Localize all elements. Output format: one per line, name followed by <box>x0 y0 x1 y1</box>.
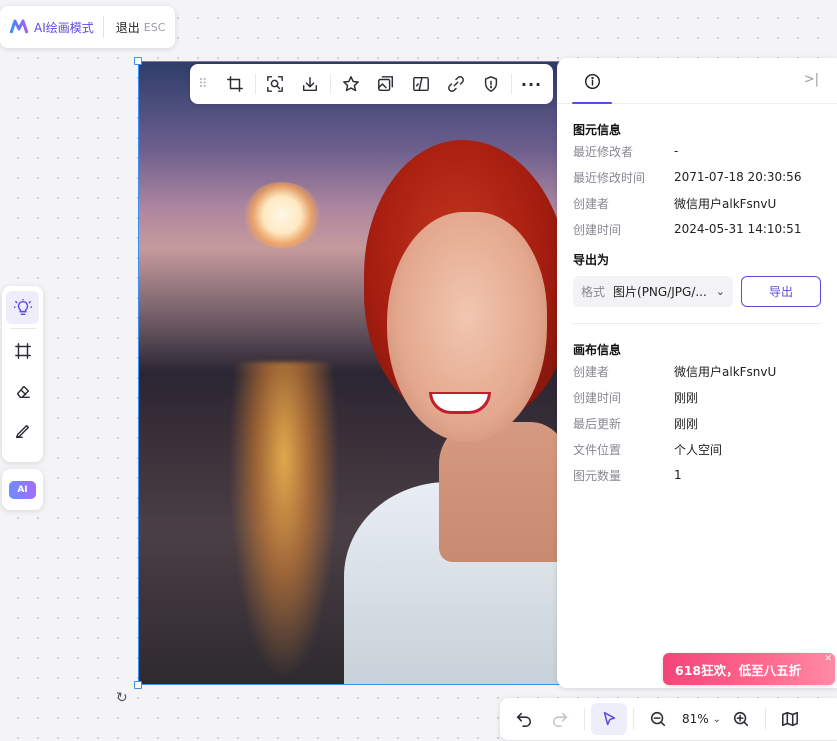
format-value: 图片(PNG/JPG/... <box>613 285 707 299</box>
format-label: 格式 <box>581 285 606 299</box>
kv-value: 个人空间 <box>674 442 723 457</box>
divider <box>510 74 512 94</box>
divider <box>254 74 256 94</box>
canvas-info-title: 画布信息 <box>573 343 622 357</box>
export-title: 导出为 <box>573 253 610 267</box>
divider <box>584 708 585 730</box>
drag-handle-icon[interactable]: ⠿ <box>194 77 212 92</box>
resize-handle-bottom-left[interactable] <box>134 681 142 689</box>
zoom-out-icon[interactable] <box>640 703 676 735</box>
zoom-fit-icon[interactable] <box>258 68 293 100</box>
kv-row: 文件位置 个人空间 <box>573 436 821 462</box>
kv-value: 微信用户alkFsnvU <box>674 364 777 379</box>
kv-key: 文件位置 <box>573 442 622 457</box>
ai-icon: AI <box>9 480 36 499</box>
download-icon[interactable] <box>293 68 328 100</box>
link-icon[interactable] <box>439 68 474 100</box>
kv-row: 创建者 微信用户alkFsnvU <box>573 358 821 384</box>
kv-value: 2071-07-18 20:30:56 <box>674 170 802 184</box>
shield-icon[interactable] <box>474 68 509 100</box>
mode-title: AI绘画模式 <box>34 20 94 35</box>
chevron-down-icon: ⌄ <box>715 285 725 298</box>
kv-key: 图元数量 <box>573 468 622 483</box>
crop-icon[interactable] <box>218 68 253 100</box>
chevron-down-icon[interactable]: ⌄ <box>713 714 721 725</box>
kv-value: 微信用户alkFsnvU <box>674 196 777 211</box>
close-icon[interactable]: ✕ <box>824 654 832 664</box>
redo-icon[interactable] <box>542 703 578 735</box>
zoom-level[interactable]: 81% <box>682 712 709 726</box>
pointer-icon[interactable] <box>591 703 627 735</box>
undo-icon[interactable] <box>506 703 542 735</box>
crop-frame-icon[interactable] <box>6 334 39 367</box>
info-panel: >| 图元信息 最近修改者 - 最近修改时间 2071-07-18 20:30:… <box>557 58 837 688</box>
format-select[interactable]: 格式 图片(PNG/JPG/... ⌄ <box>573 276 733 307</box>
export-row: 格式 图片(PNG/JPG/... ⌄ 导出 <box>573 276 821 307</box>
divider <box>573 323 821 324</box>
info-icon[interactable] <box>572 58 612 104</box>
kv-key: 最后更新 <box>573 416 622 431</box>
rotate-handle-icon[interactable]: ↻ <box>116 690 128 706</box>
kv-key: 创建者 <box>573 364 610 379</box>
ai-assistant-button[interactable]: AI <box>2 469 43 510</box>
kv-key: 创建者 <box>573 196 610 211</box>
more-icon[interactable]: ··· <box>514 68 549 100</box>
exit-button[interactable]: 退出 <box>116 19 140 36</box>
promo-text: 618狂欢，低至八五折 <box>675 662 802 678</box>
image-toolbar: ⠿ ··· <box>190 64 553 104</box>
resize-handle-top-left[interactable] <box>134 57 142 65</box>
kv-value: 1 <box>674 468 682 482</box>
kv-value: 刚刚 <box>674 390 699 405</box>
image-split-icon[interactable] <box>403 68 438 100</box>
kv-key: 最近修改时间 <box>573 170 646 185</box>
kv-key: 最近修改者 <box>573 144 634 159</box>
panel-tabs: >| <box>557 58 837 104</box>
kv-row: 创建时间 2024-05-31 14:10:51 <box>573 216 821 242</box>
divider <box>633 708 634 730</box>
lightbulb-icon[interactable] <box>6 291 39 324</box>
map-icon[interactable] <box>772 703 808 735</box>
kv-row: 创建时间 刚刚 <box>573 384 821 410</box>
star-icon[interactable] <box>333 68 368 100</box>
kv-value: 刚刚 <box>674 416 699 431</box>
kv-row: 最后更新 刚刚 <box>573 410 821 436</box>
tool-rail <box>2 286 43 462</box>
image-replace-icon[interactable] <box>368 68 403 100</box>
logo-icon <box>9 19 29 34</box>
collapse-panel-icon[interactable]: >| <box>804 72 819 87</box>
kv-row: 创建者 微信用户alkFsnvU <box>573 190 821 216</box>
divider <box>102 16 104 38</box>
kv-key: 创建时间 <box>573 390 622 405</box>
kv-row: 图元数量 1 <box>573 462 821 488</box>
divider <box>765 708 767 730</box>
zoom-in-icon[interactable] <box>723 703 759 735</box>
brush-icon[interactable] <box>6 414 39 447</box>
divider <box>330 74 332 94</box>
kv-key: 创建时间 <box>573 222 622 237</box>
kv-value: 2024-05-31 14:10:51 <box>674 222 802 236</box>
divider <box>9 328 36 329</box>
element-info-title: 图元信息 <box>573 123 622 137</box>
ai-mode-badge: AI绘画模式 退出 ESC <box>0 6 175 48</box>
bottom-toolbar: 81% ⌄ <box>500 698 837 740</box>
kv-value: - <box>674 144 679 158</box>
export-button[interactable]: 导出 <box>741 276 821 307</box>
promo-banner[interactable]: 618狂欢，低至八五折 ✕ <box>663 653 835 685</box>
kv-row: 最近修改时间 2071-07-18 20:30:56 <box>573 164 821 190</box>
element-info-section: 图元信息 最近修改者 - 最近修改时间 2071-07-18 20:30:56 … <box>557 104 837 307</box>
eraser-icon[interactable] <box>6 374 39 407</box>
exit-shortcut: ESC <box>143 20 166 34</box>
kv-row: 最近修改者 - <box>573 138 821 164</box>
canvas-info-section: 画布信息 创建者 微信用户alkFsnvU 创建时间 刚刚 最后更新 刚刚 文件… <box>557 332 837 488</box>
